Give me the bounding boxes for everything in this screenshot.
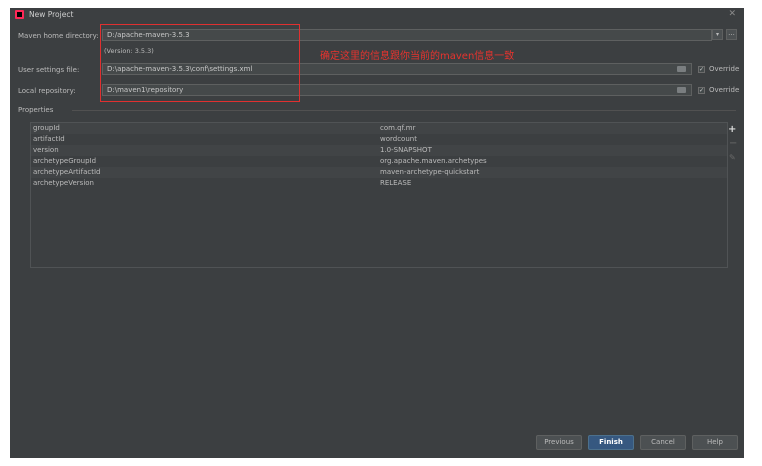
browse-maven-home-button[interactable]: ...: [726, 29, 737, 40]
table-row[interactable]: archetypeGroupId org.apache.maven.archet…: [31, 156, 727, 167]
table-row[interactable]: archetypeArtifactId maven-archetype-quic…: [31, 167, 727, 178]
property-value: com.qf.mr: [380, 124, 416, 132]
property-value: wordcount: [380, 135, 417, 143]
property-key: groupId: [33, 124, 60, 132]
property-value: org.apache.maven.archetypes: [380, 157, 487, 165]
table-row[interactable]: artifactId wordcount: [31, 134, 727, 145]
property-key: archetypeVersion: [33, 179, 94, 187]
separator: [72, 110, 736, 111]
properties-toolbar: + − ✎: [728, 122, 738, 268]
override-repo-checkbox[interactable]: ✓: [698, 87, 705, 94]
window-title: New Project: [29, 10, 74, 19]
property-key: artifactId: [33, 135, 65, 143]
table-row[interactable]: groupId com.qf.mr: [31, 123, 727, 134]
override-repo-label: Override: [709, 86, 740, 94]
help-button[interactable]: Help: [692, 435, 738, 450]
property-key: archetypeArtifactId: [33, 168, 101, 176]
folder-icon[interactable]: [677, 87, 686, 93]
override-settings-label: Override: [709, 65, 740, 73]
intellij-app-icon: [15, 10, 24, 19]
maven-home-label: Maven home directory:: [18, 32, 99, 40]
finish-button[interactable]: Finish: [588, 435, 634, 450]
property-value: 1.0-SNAPSHOT: [380, 146, 432, 154]
new-project-dialog: New Project ✕ Maven home directory: D:/a…: [10, 8, 744, 458]
table-row[interactable]: version 1.0-SNAPSHOT: [31, 145, 727, 156]
property-key: archetypeGroupId: [33, 157, 97, 165]
cancel-button[interactable]: Cancel: [640, 435, 686, 450]
edit-icon[interactable]: ✎: [729, 153, 736, 162]
property-value: maven-archetype-quickstart: [380, 168, 480, 176]
override-settings-checkbox[interactable]: ✓: [698, 66, 705, 73]
previous-button[interactable]: Previous: [536, 435, 582, 450]
annotation-text: 确定这里的信息跟你当前的maven信息一致: [320, 51, 515, 62]
property-value: RELEASE: [380, 179, 412, 187]
properties-title: Properties: [18, 106, 54, 114]
table-row[interactable]: archetypeVersion RELEASE: [31, 178, 727, 189]
folder-icon[interactable]: [677, 66, 686, 72]
properties-table: groupId com.qf.mr artifactId wordcount v…: [30, 122, 728, 268]
annotation-highlight-box: [100, 24, 300, 102]
plus-icon[interactable]: +: [728, 124, 736, 135]
title-bar: New Project ✕: [10, 8, 744, 21]
local-repo-label: Local repository:: [18, 87, 76, 95]
property-key: version: [33, 146, 59, 154]
user-settings-label: User settings file:: [18, 66, 80, 74]
chevron-down-icon[interactable]: ▾: [712, 29, 723, 40]
close-icon[interactable]: ✕: [728, 9, 736, 19]
minus-icon[interactable]: −: [729, 138, 737, 149]
